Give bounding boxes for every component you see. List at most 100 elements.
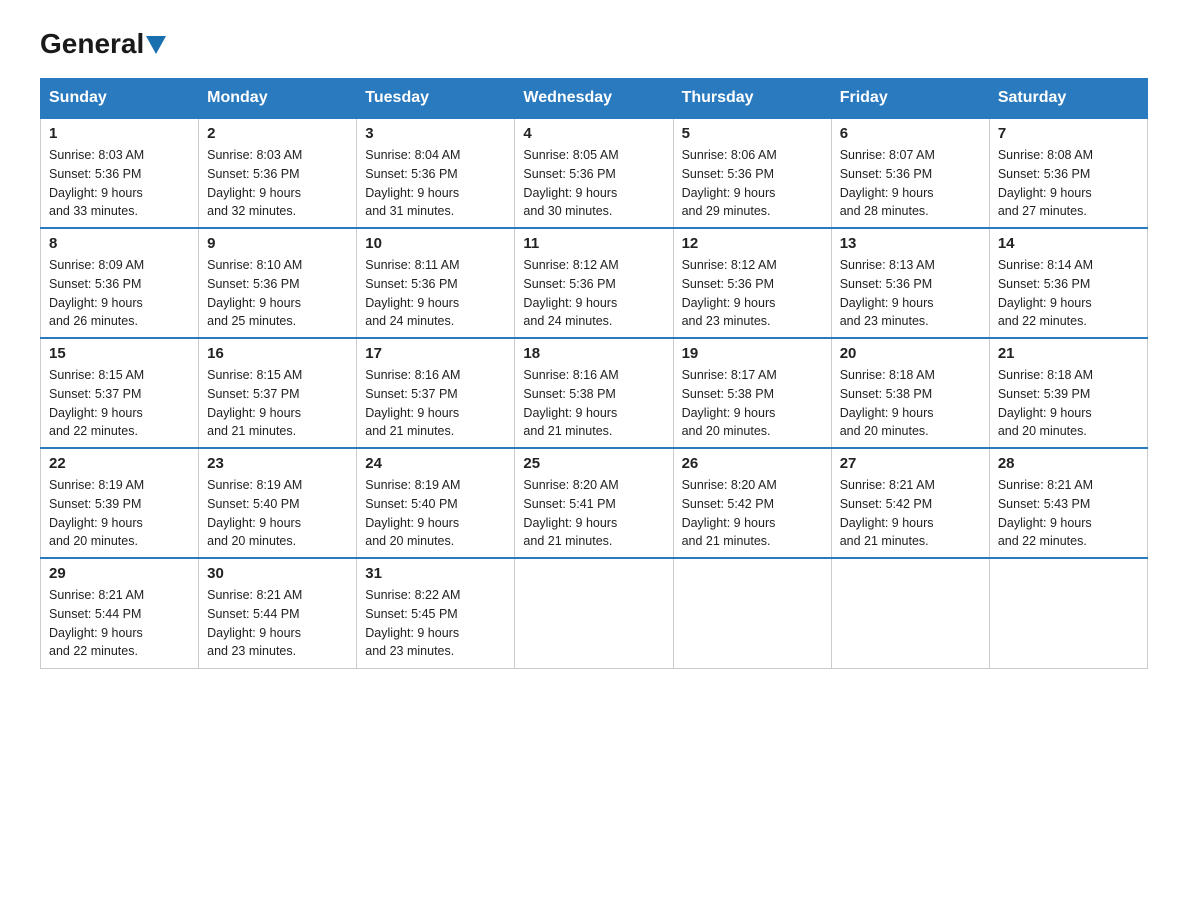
day-info: Sunrise: 8:05 AMSunset: 5:36 PMDaylight:… [523,146,664,221]
day-number: 1 [49,125,190,142]
calendar-table: SundayMondayTuesdayWednesdayThursdayFrid… [40,78,1148,669]
day-cell: 26 Sunrise: 8:20 AMSunset: 5:42 PMDayligh… [673,448,831,558]
day-number: 31 [365,565,506,582]
day-cell: 24 Sunrise: 8:19 AMSunset: 5:40 PMDayligh… [357,448,515,558]
day-cell: 29Sunrise: 8:21 AMSunset: 5:44 PMDayligh… [41,558,199,668]
col-header-tuesday: Tuesday [357,79,515,119]
day-cell: 7 Sunrise: 8:08 AMSunset: 5:36 PMDaylight… [989,118,1147,228]
week-row-1: 1 Sunrise: 8:03 AMSunset: 5:36 PMDaylight… [41,118,1148,228]
day-info: Sunrise: 8:15 AMSunset: 5:37 PMDaylight:… [207,366,348,441]
day-cell [989,558,1147,668]
day-cell: 25 Sunrise: 8:20 AMSunset: 5:41 PMDayligh… [515,448,673,558]
day-cell: 13 Sunrise: 8:13 AMSunset: 5:36 PMDayligh… [831,228,989,338]
day-number: 12 [682,235,823,252]
week-row-2: 8 Sunrise: 8:09 AMSunset: 5:36 PMDaylight… [41,228,1148,338]
day-info: Sunrise: 8:19 AMSunset: 5:39 PMDaylight:… [49,476,190,551]
day-info: Sunrise: 8:03 AMSunset: 5:36 PMDaylight:… [207,146,348,221]
day-info: Sunrise: 8:06 AMSunset: 5:36 PMDaylight:… [682,146,823,221]
logo: General [40,30,166,58]
day-number: 3 [365,125,506,142]
day-info: Sunrise: 8:08 AMSunset: 5:36 PMDaylight:… [998,146,1139,221]
day-info: Sunrise: 8:03 AMSunset: 5:36 PMDaylight:… [49,146,190,221]
day-info: Sunrise: 8:15 AMSunset: 5:37 PMDaylight:… [49,366,190,441]
day-number: 30 [207,565,348,582]
day-cell: 9 Sunrise: 8:10 AMSunset: 5:36 PMDaylight… [199,228,357,338]
week-row-5: 29Sunrise: 8:21 AMSunset: 5:44 PMDayligh… [41,558,1148,668]
day-cell: 27 Sunrise: 8:21 AMSunset: 5:42 PMDayligh… [831,448,989,558]
day-cell: 12 Sunrise: 8:12 AMSunset: 5:36 PMDayligh… [673,228,831,338]
day-cell [515,558,673,668]
day-info: Sunrise: 8:21 AMSunset: 5:43 PMDaylight:… [998,476,1139,551]
day-info: Sunrise: 8:18 AMSunset: 5:38 PMDaylight:… [840,366,981,441]
day-number: 2 [207,125,348,142]
logo-top: General [40,30,166,58]
day-info: Sunrise: 8:17 AMSunset: 5:38 PMDaylight:… [682,366,823,441]
day-cell: 8 Sunrise: 8:09 AMSunset: 5:36 PMDaylight… [41,228,199,338]
day-cell: 21 Sunrise: 8:18 AMSunset: 5:39 PMDayligh… [989,338,1147,448]
day-number: 11 [523,235,664,252]
day-number: 28 [998,455,1139,472]
day-number: 24 [365,455,506,472]
day-cell: 17Sunrise: 8:16 AMSunset: 5:37 PMDayligh… [357,338,515,448]
day-cell [831,558,989,668]
day-info: Sunrise: 8:12 AMSunset: 5:36 PMDaylight:… [682,256,823,331]
day-number: 13 [840,235,981,252]
day-cell: 18Sunrise: 8:16 AMSunset: 5:38 PMDayligh… [515,338,673,448]
day-info: Sunrise: 8:20 AMSunset: 5:41 PMDaylight:… [523,476,664,551]
day-info: Sunrise: 8:12 AMSunset: 5:36 PMDaylight:… [523,256,664,331]
day-info: Sunrise: 8:22 AMSunset: 5:45 PMDaylight:… [365,586,506,661]
day-cell: 16 Sunrise: 8:15 AMSunset: 5:37 PMDayligh… [199,338,357,448]
day-cell: 5 Sunrise: 8:06 AMSunset: 5:36 PMDaylight… [673,118,831,228]
col-header-saturday: Saturday [989,79,1147,119]
day-number: 9 [207,235,348,252]
header-row: SundayMondayTuesdayWednesdayThursdayFrid… [41,79,1148,119]
col-header-wednesday: Wednesday [515,79,673,119]
col-header-monday: Monday [199,79,357,119]
day-cell: 11 Sunrise: 8:12 AMSunset: 5:36 PMDayligh… [515,228,673,338]
day-info: Sunrise: 8:18 AMSunset: 5:39 PMDaylight:… [998,366,1139,441]
day-number: 16 [207,345,348,362]
day-number: 7 [998,125,1139,142]
day-number: 8 [49,235,190,252]
day-info: Sunrise: 8:13 AMSunset: 5:36 PMDaylight:… [840,256,981,331]
day-info: Sunrise: 8:04 AMSunset: 5:36 PMDaylight:… [365,146,506,221]
day-number: 4 [523,125,664,142]
day-info: Sunrise: 8:20 AMSunset: 5:42 PMDaylight:… [682,476,823,551]
col-header-friday: Friday [831,79,989,119]
page-header: General [40,30,1148,58]
day-info: Sunrise: 8:14 AMSunset: 5:36 PMDaylight:… [998,256,1139,331]
col-header-sunday: Sunday [41,79,199,119]
week-row-3: 15 Sunrise: 8:15 AMSunset: 5:37 PMDayligh… [41,338,1148,448]
day-cell: 20 Sunrise: 8:18 AMSunset: 5:38 PMDayligh… [831,338,989,448]
day-cell: 19 Sunrise: 8:17 AMSunset: 5:38 PMDayligh… [673,338,831,448]
day-number: 6 [840,125,981,142]
day-number: 23 [207,455,348,472]
day-info: Sunrise: 8:09 AMSunset: 5:36 PMDaylight:… [49,256,190,331]
day-cell: 1 Sunrise: 8:03 AMSunset: 5:36 PMDaylight… [41,118,199,228]
day-info: Sunrise: 8:21 AMSunset: 5:42 PMDaylight:… [840,476,981,551]
day-cell: 6Sunrise: 8:07 AMSunset: 5:36 PMDaylight… [831,118,989,228]
day-number: 5 [682,125,823,142]
day-number: 22 [49,455,190,472]
day-number: 20 [840,345,981,362]
logo-triangle-icon [146,36,166,56]
day-cell: 31 Sunrise: 8:22 AMSunset: 5:45 PMDayligh… [357,558,515,668]
day-cell: 4 Sunrise: 8:05 AMSunset: 5:36 PMDaylight… [515,118,673,228]
day-info: Sunrise: 8:19 AMSunset: 5:40 PMDaylight:… [207,476,348,551]
day-cell [673,558,831,668]
day-number: 29 [49,565,190,582]
day-cell: 3 Sunrise: 8:04 AMSunset: 5:36 PMDaylight… [357,118,515,228]
day-number: 27 [840,455,981,472]
week-row-4: 22 Sunrise: 8:19 AMSunset: 5:39 PMDayligh… [41,448,1148,558]
day-number: 19 [682,345,823,362]
day-number: 10 [365,235,506,252]
day-number: 17 [365,345,506,362]
day-number: 21 [998,345,1139,362]
day-number: 15 [49,345,190,362]
day-number: 25 [523,455,664,472]
day-number: 26 [682,455,823,472]
day-info: Sunrise: 8:10 AMSunset: 5:36 PMDaylight:… [207,256,348,331]
col-header-thursday: Thursday [673,79,831,119]
day-info: Sunrise: 8:16 AMSunset: 5:38 PMDaylight:… [523,366,664,441]
day-info: Sunrise: 8:19 AMSunset: 5:40 PMDaylight:… [365,476,506,551]
